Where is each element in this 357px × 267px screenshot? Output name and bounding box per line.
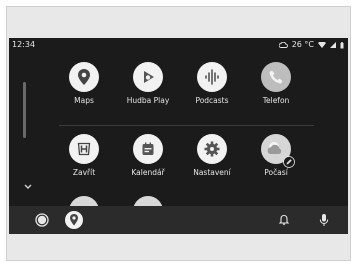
android-auto-screen: 12:34 26 °C Maps Hudba Play Podcasts Tel… [9,38,348,234]
play-music-icon [133,62,163,92]
clock: 12:34 [12,40,36,49]
microphone-icon [319,214,329,226]
signal-icon [330,42,336,48]
bell-icon [278,214,290,226]
calendar-icon [133,134,163,164]
bottom-nav-bar [9,206,348,234]
maps-icon [69,62,99,92]
honda-icon [69,134,99,164]
chevron-down-icon[interactable] [22,182,34,192]
status-indicators: 26 °C [278,38,344,52]
app-label: Maps [74,96,94,105]
app-label: Počasí [264,168,288,177]
app-telefon[interactable]: Telefon [246,62,306,105]
nav-maps-button[interactable] [63,206,85,234]
app-label: Podcasts [195,96,229,105]
app-label: Zavřít [72,168,96,177]
app-label: Kalendář [131,168,165,177]
app-kalendar[interactable]: Kalendář [118,134,178,177]
app-label: Nastavení [193,168,231,177]
app-maps[interactable]: Maps [54,62,114,105]
battery-icon [340,41,344,48]
maps-icon [65,211,83,229]
app-nastaveni[interactable]: Nastavení [182,134,242,177]
app-label: Telefon [262,96,290,105]
app-zavrit[interactable]: Zavřít [54,134,114,177]
temperature: 26 °C [291,40,314,49]
phone-icon [261,62,291,92]
edit-badge-icon [283,156,295,168]
app-label: Hudba Play [126,96,170,105]
podcasts-icon [197,62,227,92]
app-pocasi[interactable]: Počasí [246,134,306,177]
home-button[interactable] [31,206,53,234]
notifications-button[interactable] [273,206,295,234]
settings-icon [197,134,227,164]
voice-assistant-button[interactable] [313,206,335,234]
scroll-indicator[interactable] [23,82,26,138]
cloud-icon [278,42,288,48]
home-circle-icon [35,213,49,227]
weather-icon [261,134,295,168]
status-bar: 12:34 26 °C [9,38,348,52]
app-podcasts[interactable]: Podcasts [182,62,242,105]
wifi-icon [318,42,326,48]
row-divider [59,125,314,126]
app-hudba-play[interactable]: Hudba Play [118,62,178,105]
